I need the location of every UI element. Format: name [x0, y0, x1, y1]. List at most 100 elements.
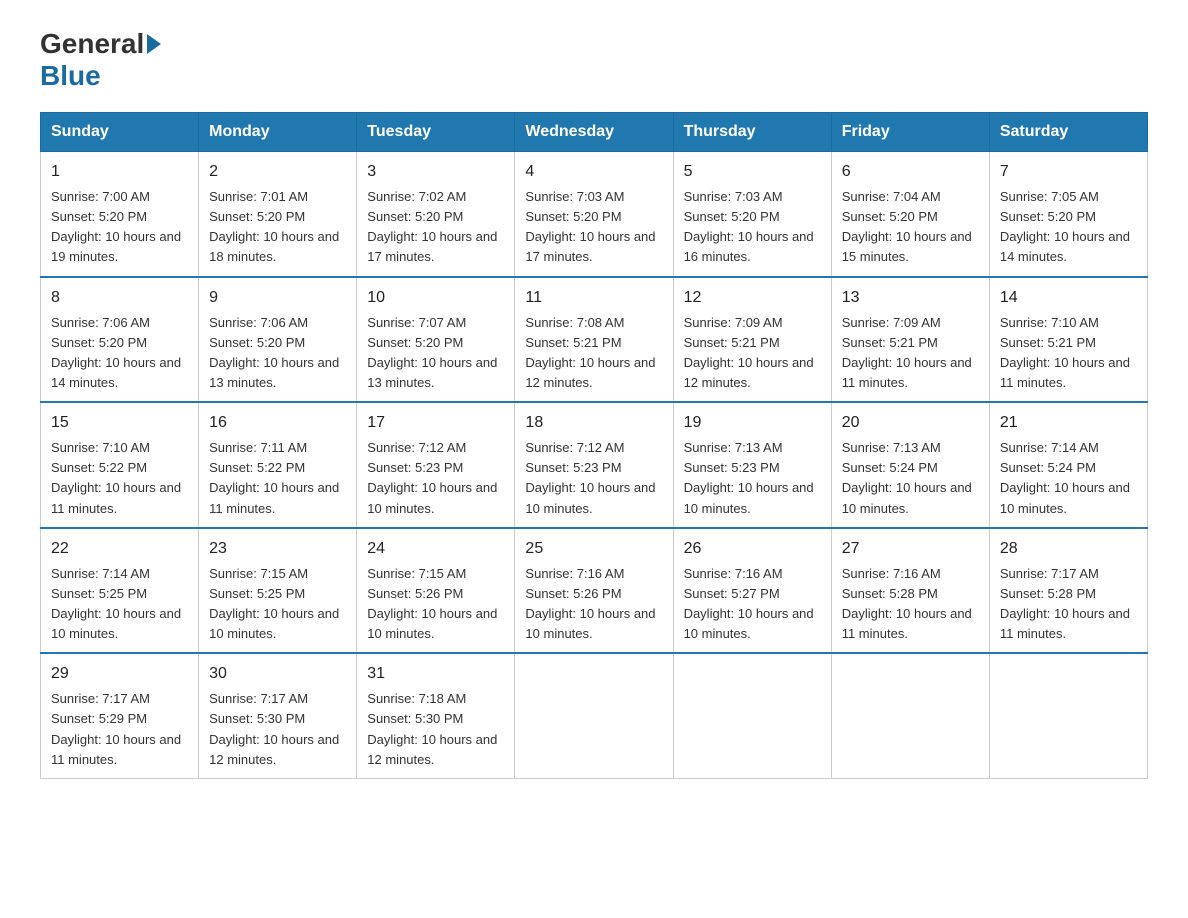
day-info: Sunrise: 7:12 AMSunset: 5:23 PMDaylight:…	[367, 440, 497, 515]
day-number: 13	[842, 286, 979, 310]
day-info: Sunrise: 7:04 AMSunset: 5:20 PMDaylight:…	[842, 189, 972, 264]
day-number: 29	[51, 662, 188, 686]
day-number: 22	[51, 537, 188, 561]
day-number: 12	[684, 286, 821, 310]
day-number: 23	[209, 537, 346, 561]
page-container: General Blue SundayMondayTuesdayWednesda…	[40, 30, 1148, 779]
calendar-day-cell: 7 Sunrise: 7:05 AMSunset: 5:20 PMDayligh…	[989, 152, 1147, 277]
day-number: 9	[209, 286, 346, 310]
calendar-day-cell: 30 Sunrise: 7:17 AMSunset: 5:30 PMDaylig…	[199, 653, 357, 778]
day-number: 15	[51, 411, 188, 435]
calendar-table: SundayMondayTuesdayWednesdayThursdayFrid…	[40, 112, 1148, 779]
calendar-day-cell: 31 Sunrise: 7:18 AMSunset: 5:30 PMDaylig…	[357, 653, 515, 778]
calendar-day-cell: 27 Sunrise: 7:16 AMSunset: 5:28 PMDaylig…	[831, 528, 989, 654]
calendar-day-cell: 1 Sunrise: 7:00 AMSunset: 5:20 PMDayligh…	[41, 152, 199, 277]
calendar-day-cell: 20 Sunrise: 7:13 AMSunset: 5:24 PMDaylig…	[831, 402, 989, 528]
calendar-day-cell: 24 Sunrise: 7:15 AMSunset: 5:26 PMDaylig…	[357, 528, 515, 654]
day-info: Sunrise: 7:09 AMSunset: 5:21 PMDaylight:…	[842, 315, 972, 390]
calendar-day-cell: 29 Sunrise: 7:17 AMSunset: 5:29 PMDaylig…	[41, 653, 199, 778]
calendar-day-cell	[673, 653, 831, 778]
calendar-week-row: 1 Sunrise: 7:00 AMSunset: 5:20 PMDayligh…	[41, 152, 1148, 277]
day-number: 4	[525, 160, 662, 184]
weekday-header-sunday: Sunday	[41, 113, 199, 152]
day-info: Sunrise: 7:16 AMSunset: 5:28 PMDaylight:…	[842, 566, 972, 641]
day-number: 14	[1000, 286, 1137, 310]
calendar-day-cell: 18 Sunrise: 7:12 AMSunset: 5:23 PMDaylig…	[515, 402, 673, 528]
day-info: Sunrise: 7:00 AMSunset: 5:20 PMDaylight:…	[51, 189, 181, 264]
calendar-day-cell: 19 Sunrise: 7:13 AMSunset: 5:23 PMDaylig…	[673, 402, 831, 528]
calendar-day-cell: 26 Sunrise: 7:16 AMSunset: 5:27 PMDaylig…	[673, 528, 831, 654]
day-info: Sunrise: 7:17 AMSunset: 5:28 PMDaylight:…	[1000, 566, 1130, 641]
day-info: Sunrise: 7:14 AMSunset: 5:24 PMDaylight:…	[1000, 440, 1130, 515]
day-number: 7	[1000, 160, 1137, 184]
day-number: 21	[1000, 411, 1137, 435]
calendar-day-cell: 14 Sunrise: 7:10 AMSunset: 5:21 PMDaylig…	[989, 277, 1147, 403]
day-number: 3	[367, 160, 504, 184]
calendar-day-cell: 13 Sunrise: 7:09 AMSunset: 5:21 PMDaylig…	[831, 277, 989, 403]
logo-text: General	[40, 30, 164, 58]
day-number: 17	[367, 411, 504, 435]
day-number: 30	[209, 662, 346, 686]
calendar-day-cell: 4 Sunrise: 7:03 AMSunset: 5:20 PMDayligh…	[515, 152, 673, 277]
day-info: Sunrise: 7:17 AMSunset: 5:29 PMDaylight:…	[51, 691, 181, 766]
day-info: Sunrise: 7:17 AMSunset: 5:30 PMDaylight:…	[209, 691, 339, 766]
day-number: 28	[1000, 537, 1137, 561]
day-info: Sunrise: 7:05 AMSunset: 5:20 PMDaylight:…	[1000, 189, 1130, 264]
weekday-header-saturday: Saturday	[989, 113, 1147, 152]
header: General Blue	[40, 30, 1148, 92]
day-info: Sunrise: 7:15 AMSunset: 5:26 PMDaylight:…	[367, 566, 497, 641]
calendar-day-cell: 9 Sunrise: 7:06 AMSunset: 5:20 PMDayligh…	[199, 277, 357, 403]
day-info: Sunrise: 7:13 AMSunset: 5:24 PMDaylight:…	[842, 440, 972, 515]
day-info: Sunrise: 7:02 AMSunset: 5:20 PMDaylight:…	[367, 189, 497, 264]
day-info: Sunrise: 7:06 AMSunset: 5:20 PMDaylight:…	[51, 315, 181, 390]
day-number: 24	[367, 537, 504, 561]
day-number: 1	[51, 160, 188, 184]
calendar-day-cell: 10 Sunrise: 7:07 AMSunset: 5:20 PMDaylig…	[357, 277, 515, 403]
calendar-day-cell	[515, 653, 673, 778]
day-number: 26	[684, 537, 821, 561]
day-number: 11	[525, 286, 662, 310]
calendar-day-cell: 12 Sunrise: 7:09 AMSunset: 5:21 PMDaylig…	[673, 277, 831, 403]
day-number: 6	[842, 160, 979, 184]
day-number: 20	[842, 411, 979, 435]
day-info: Sunrise: 7:08 AMSunset: 5:21 PMDaylight:…	[525, 315, 655, 390]
day-number: 5	[684, 160, 821, 184]
logo-arrow-icon	[147, 34, 161, 54]
day-info: Sunrise: 7:06 AMSunset: 5:20 PMDaylight:…	[209, 315, 339, 390]
day-number: 27	[842, 537, 979, 561]
weekday-header-tuesday: Tuesday	[357, 113, 515, 152]
day-info: Sunrise: 7:16 AMSunset: 5:26 PMDaylight:…	[525, 566, 655, 641]
weekday-header-monday: Monday	[199, 113, 357, 152]
day-info: Sunrise: 7:15 AMSunset: 5:25 PMDaylight:…	[209, 566, 339, 641]
calendar-day-cell	[831, 653, 989, 778]
calendar-day-cell: 3 Sunrise: 7:02 AMSunset: 5:20 PMDayligh…	[357, 152, 515, 277]
day-info: Sunrise: 7:13 AMSunset: 5:23 PMDaylight:…	[684, 440, 814, 515]
day-number: 25	[525, 537, 662, 561]
weekday-header-wednesday: Wednesday	[515, 113, 673, 152]
day-info: Sunrise: 7:18 AMSunset: 5:30 PMDaylight:…	[367, 691, 497, 766]
calendar-day-cell: 16 Sunrise: 7:11 AMSunset: 5:22 PMDaylig…	[199, 402, 357, 528]
calendar-day-cell: 17 Sunrise: 7:12 AMSunset: 5:23 PMDaylig…	[357, 402, 515, 528]
calendar-day-cell: 28 Sunrise: 7:17 AMSunset: 5:28 PMDaylig…	[989, 528, 1147, 654]
weekday-header-friday: Friday	[831, 113, 989, 152]
day-info: Sunrise: 7:07 AMSunset: 5:20 PMDaylight:…	[367, 315, 497, 390]
day-info: Sunrise: 7:03 AMSunset: 5:20 PMDaylight:…	[684, 189, 814, 264]
calendar-week-row: 29 Sunrise: 7:17 AMSunset: 5:29 PMDaylig…	[41, 653, 1148, 778]
calendar-day-cell: 11 Sunrise: 7:08 AMSunset: 5:21 PMDaylig…	[515, 277, 673, 403]
day-info: Sunrise: 7:10 AMSunset: 5:22 PMDaylight:…	[51, 440, 181, 515]
day-number: 16	[209, 411, 346, 435]
day-number: 2	[209, 160, 346, 184]
calendar-day-cell: 22 Sunrise: 7:14 AMSunset: 5:25 PMDaylig…	[41, 528, 199, 654]
day-info: Sunrise: 7:11 AMSunset: 5:22 PMDaylight:…	[209, 440, 339, 515]
day-info: Sunrise: 7:14 AMSunset: 5:25 PMDaylight:…	[51, 566, 181, 641]
day-number: 8	[51, 286, 188, 310]
calendar-day-cell: 6 Sunrise: 7:04 AMSunset: 5:20 PMDayligh…	[831, 152, 989, 277]
day-number: 19	[684, 411, 821, 435]
day-info: Sunrise: 7:09 AMSunset: 5:21 PMDaylight:…	[684, 315, 814, 390]
calendar-day-cell: 8 Sunrise: 7:06 AMSunset: 5:20 PMDayligh…	[41, 277, 199, 403]
calendar-week-row: 22 Sunrise: 7:14 AMSunset: 5:25 PMDaylig…	[41, 528, 1148, 654]
logo-general: General	[40, 30, 144, 58]
day-info: Sunrise: 7:10 AMSunset: 5:21 PMDaylight:…	[1000, 315, 1130, 390]
calendar-day-cell: 2 Sunrise: 7:01 AMSunset: 5:20 PMDayligh…	[199, 152, 357, 277]
day-number: 31	[367, 662, 504, 686]
